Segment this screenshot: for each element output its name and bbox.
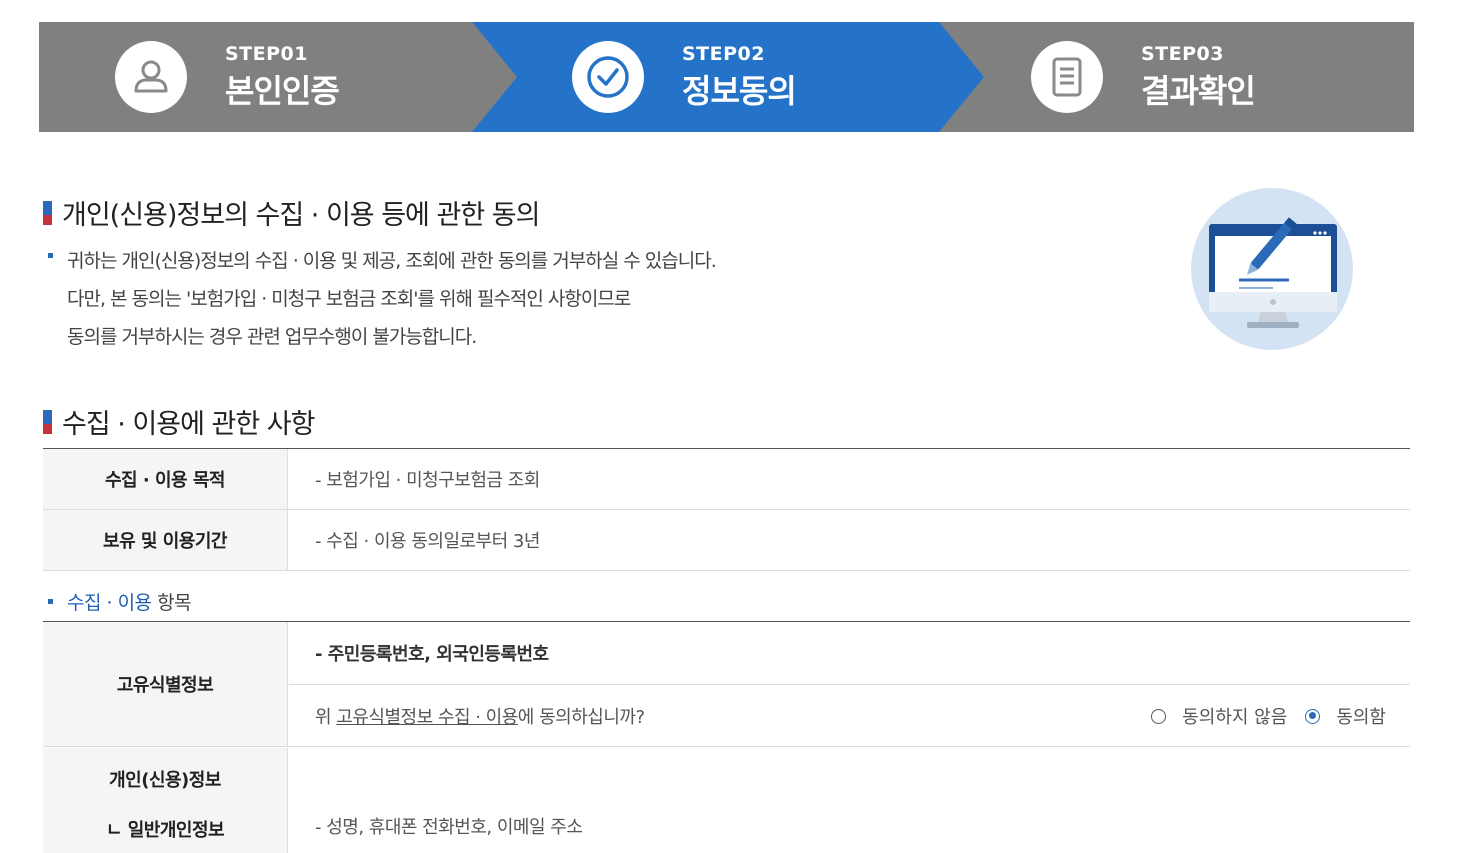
unique-label: 고유식별정보 <box>43 622 288 746</box>
heading-marker-icon <box>43 409 52 434</box>
bullet-icon <box>48 599 53 604</box>
purpose-value: - 보험가입 · 미청구보험금 조회 <box>315 470 540 491</box>
disagree-label[interactable]: 동의하지 않음 <box>1182 703 1287 729</box>
step-1: STEP01 본인인증 <box>115 22 340 132</box>
unique-value-row: - 주민등록번호, 외국인등록번호 <box>289 622 1410 685</box>
agree-radio[interactable]: 동의함 <box>1305 703 1386 729</box>
question-prefix: 위 <box>315 707 337 728</box>
items-subheading-highlight: 수집 · 이용 <box>67 592 152 614</box>
step-2-title: 정보동의 <box>682 72 797 110</box>
consent-line-3: 동의를 거부하시는 경우 관련 업무수행이 불가능합니다. <box>67 326 477 348</box>
step-1-title: 본인인증 <box>225 72 340 110</box>
unique-question: 위 고유식별정보 수집 · 이용 에 동의하십니까? <box>315 685 645 747</box>
bullet-icon <box>48 253 53 258</box>
consent-heading: 개인(신용)정보의 수집 · 이용 등에 관한 동의 <box>43 193 540 232</box>
question-suffix: 에 동의하십니까? <box>517 707 645 728</box>
collection-table: 수집 · 이용 목적 - 보험가입 · 미청구보험금 조회 보유 및 이용기간 … <box>43 448 1410 571</box>
unique-value: - 주민등록번호, 외국인등록번호 <box>315 644 549 665</box>
table-row: 보유 및 이용기간 - 수집 · 이용 동의일로부터 3년 <box>43 510 1410 571</box>
table-row: 수집 · 이용 목적 - 보험가입 · 미청구보험금 조회 <box>43 449 1410 510</box>
step-3-title: 결과확인 <box>1141 72 1256 110</box>
collection-title: 수집 · 이용에 관한 사항 <box>62 409 315 440</box>
user-icon <box>115 41 187 113</box>
step-3-number: STEP03 <box>1141 43 1224 65</box>
check-circle-icon <box>572 41 644 113</box>
consent-title: 개인(신용)정보의 수집 · 이용 등에 관한 동의 <box>62 200 540 231</box>
agree-label[interactable]: 동의함 <box>1336 703 1386 729</box>
retention-label: 보유 및 이용기간 <box>43 510 288 570</box>
table-row-personal: 개인(신용)정보 ㄴ 일반개인정보 - 성명, 휴대폰 전화번호, 이메일 주소 <box>43 748 1410 853</box>
items-subheading: 수집 · 이용 항목 <box>48 588 192 615</box>
disagree-radio[interactable]: 동의하지 않음 <box>1151 703 1287 729</box>
consent-radio-group: 동의하지 않음 동의함 <box>1133 685 1386 747</box>
items-table: 고유식별정보 - 주민등록번호, 외국인등록번호 위 고유식별정보 수집 · 이… <box>43 621 1410 853</box>
purpose-label: 수집 · 이용 목적 <box>43 449 288 509</box>
disagree-radio-circle[interactable] <box>1151 708 1167 724</box>
personal-label-line-1: 개인(신용)정보 <box>109 770 221 791</box>
collection-heading: 수집 · 이용에 관한 사항 <box>43 402 315 441</box>
heading-marker-icon <box>43 200 52 225</box>
step-2: STEP02 정보동의 <box>572 22 797 132</box>
step-progress-bar: STEP01 본인인증 STEP02 정보동의 STEP03 결과확인 <box>39 22 1414 132</box>
step-3: STEP03 결과확인 <box>1031 22 1256 132</box>
consent-line-2: 다만, 본 동의는 '보험가입 · 미청구 보험금 조회'를 위해 필수적인 사… <box>67 288 631 310</box>
agree-radio-circle[interactable] <box>1305 708 1321 724</box>
consent-line-1: 귀하는 개인(신용)정보의 수집 · 이용 및 제공, 조회에 관한 동의를 거… <box>67 250 717 272</box>
personal-value: - 성명, 휴대폰 전화번호, 이메일 주소 <box>315 817 583 838</box>
personal-label-line-2: ㄴ 일반개인정보 <box>105 820 225 841</box>
monitor-pen-icon <box>1191 188 1353 350</box>
retention-value: - 수집 · 이용 동의일로부터 3년 <box>315 531 540 552</box>
document-icon <box>1031 41 1103 113</box>
items-subheading-rest: 항목 <box>151 592 192 614</box>
personal-label: 개인(신용)정보 ㄴ 일반개인정보 <box>43 748 288 853</box>
question-link: 고유식별정보 수집 · 이용 <box>336 707 518 728</box>
unique-question-row: 위 고유식별정보 수집 · 이용 에 동의하십니까? 동의하지 않음 동의함 <box>289 685 1410 747</box>
step-1-number: STEP01 <box>225 43 308 65</box>
step-2-number: STEP02 <box>682 43 765 65</box>
